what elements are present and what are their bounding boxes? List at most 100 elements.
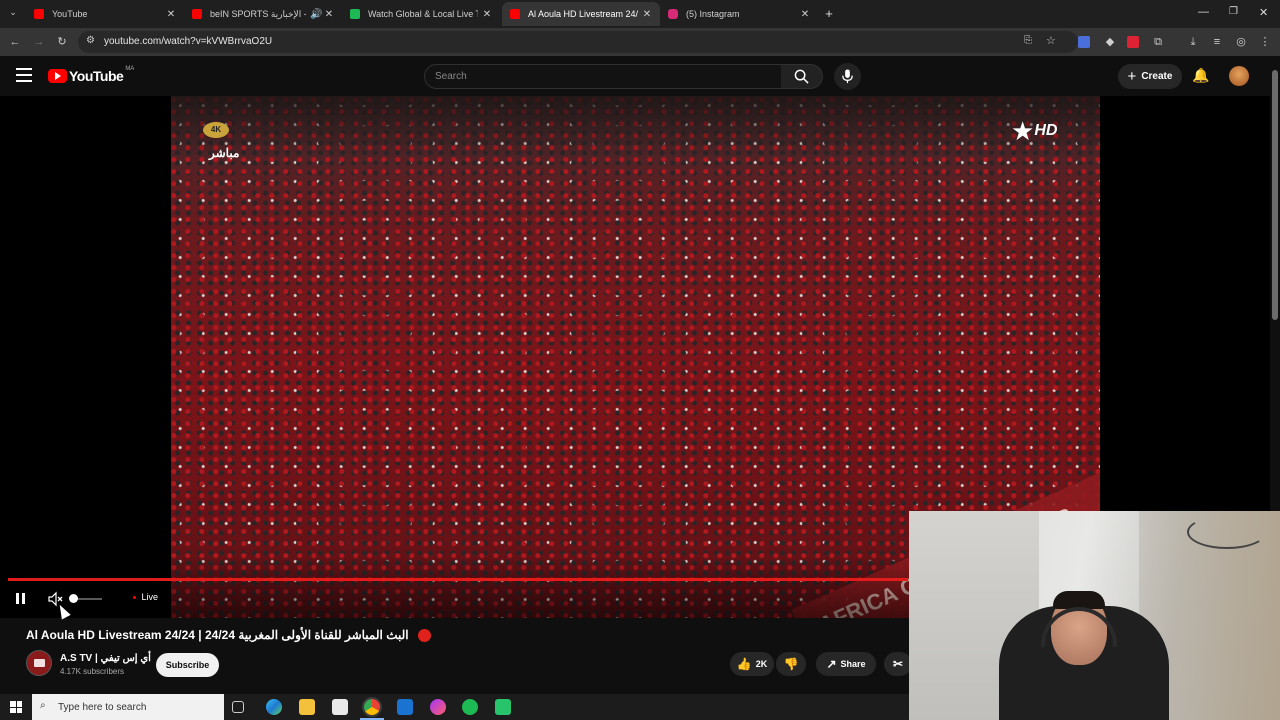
audio-playing-icon[interactable]: 🔊 — [310, 9, 322, 20]
red-circle-icon — [417, 629, 431, 643]
tab-bein-sports[interactable]: beIN SPORTS الإخبارية - You 🔊 ✕ — [184, 2, 342, 26]
clip-button[interactable]: ✂ — [884, 652, 912, 676]
4k-badge: 4K — [203, 122, 229, 138]
4k-badge-text: 4K — [210, 125, 222, 134]
tab-title: (5) Instagram — [686, 9, 740, 19]
windows-start-icon[interactable] — [10, 701, 22, 713]
video-title: Al Aoula HD Livestream 24/24 | 24/24 الب… — [26, 628, 431, 643]
extensions-puzzle-icon[interactable]: ⧉ — [1151, 35, 1165, 49]
bookmark-star-icon[interactable]: ☆ — [1046, 34, 1056, 47]
address-bar[interactable]: ⚙ youtube.com/watch?v=kVWBrrvaO2U ⎘ ☆ — [78, 31, 1078, 53]
scrollbar-thumb[interactable] — [1272, 70, 1278, 320]
subscribe-button[interactable]: Subscribe — [156, 653, 219, 677]
install-app-icon[interactable]: ⎘ — [1024, 35, 1032, 46]
edge-browser-icon[interactable] — [266, 699, 282, 715]
close-tab-icon[interactable]: ✕ — [800, 9, 810, 20]
browser-toolbar: ← → ↻ ⚙ youtube.com/watch?v=kVWBrrvaO2U … — [0, 28, 1280, 56]
live-indicator[interactable]: Live — [133, 592, 158, 602]
browser-menu-icon[interactable]: ⋮ — [1258, 35, 1272, 49]
tab-instagram[interactable]: (5) Instagram ✕ — [660, 2, 818, 26]
search-icon — [794, 69, 809, 84]
subscriber-count: 4.17K subscribers — [60, 667, 125, 676]
webcam-overlay — [909, 511, 1280, 720]
chrome-browser-icon[interactable] — [364, 699, 380, 715]
youtube-favicon-icon — [510, 9, 520, 19]
progress-bar[interactable] — [8, 578, 908, 581]
reload-icon[interactable]: ↻ — [55, 35, 69, 49]
back-arrow-icon[interactable]: ← — [8, 35, 22, 49]
channel-name[interactable]: A.S TV | أي إس تيفي — [60, 653, 151, 664]
file-explorer-icon[interactable] — [299, 699, 315, 715]
youtube-logo[interactable]: YouTube MA — [48, 66, 134, 84]
dislike-button[interactable]: 👎 — [776, 652, 806, 676]
share-button[interactable]: ↗ Share — [816, 652, 876, 676]
search-placeholder: Search — [435, 71, 467, 82]
volume-slider[interactable] — [69, 594, 102, 603]
new-tab-button[interactable]: + — [822, 6, 836, 21]
browser-tab-strip: ⌄ YouTube ✕ beIN SPORTS الإخبارية - You … — [0, 0, 1280, 28]
youtube-favicon-icon — [192, 9, 202, 19]
messenger-icon[interactable] — [430, 699, 446, 715]
pause-button[interactable] — [14, 592, 28, 606]
voice-search-button[interactable] — [834, 63, 861, 90]
tab-watch-live-tv[interactable]: Watch Global & Local Live TV C ✕ — [342, 2, 500, 26]
channel-logo: ★ HD — [1011, 118, 1057, 144]
instagram-favicon-icon — [668, 9, 678, 19]
youtube-favicon-icon — [34, 9, 44, 19]
tab-al-aoula-livestream[interactable]: Al Aoula HD Livestream 24/24 | ✕ — [502, 2, 660, 26]
tab-search-chevron-icon[interactable]: ⌄ — [6, 7, 20, 21]
channel-avatar[interactable] — [26, 650, 52, 676]
live-label: Live — [141, 592, 159, 602]
like-count: 2K — [755, 659, 768, 669]
tab-title: YouTube — [52, 9, 88, 19]
channel-avatar-tv-icon — [34, 659, 45, 667]
tab-title: Al Aoula HD Livestream 24/24 | — [528, 9, 638, 19]
spotify-icon[interactable] — [462, 699, 478, 715]
live-overlay-arabic: مباشر — [209, 146, 240, 160]
microsoft-store-icon[interactable] — [332, 699, 348, 715]
extension-diamond-icon[interactable]: ◆ — [1103, 35, 1117, 49]
search-input[interactable]: Search — [424, 64, 782, 89]
player-bottom-gradient — [0, 556, 909, 618]
tab-title: Watch Global & Local Live TV C — [368, 9, 478, 19]
create-button[interactable]: + Create — [1118, 64, 1182, 89]
top-gradient — [171, 96, 1100, 156]
translate-extension-icon[interactable] — [1078, 36, 1090, 48]
tv-favicon-icon — [350, 9, 360, 19]
windows-taskbar: ⌕ Type here to search — [0, 694, 909, 720]
microphone-icon — [842, 69, 853, 84]
taskbar-search-placeholder: Type here to search — [58, 701, 147, 713]
url-text[interactable]: youtube.com/watch?v=kVWBrrvaO2U — [104, 36, 272, 47]
like-button[interactable]: 👍 2K — [730, 652, 774, 676]
minimize-window-icon[interactable]: — — [1198, 6, 1209, 18]
create-label: Create — [1141, 71, 1173, 82]
webcam-wall-cable — [1187, 515, 1267, 549]
volume-slider-handle[interactable] — [69, 594, 78, 603]
hamburger-menu-icon[interactable] — [16, 68, 32, 82]
extension-red-icon[interactable] — [1127, 36, 1139, 48]
tab-youtube[interactable]: YouTube ✕ — [26, 2, 184, 26]
restore-window-icon[interactable]: ❐ — [1229, 6, 1238, 17]
close-tab-icon[interactable]: ✕ — [324, 9, 334, 20]
close-tab-icon[interactable]: ✕ — [642, 9, 652, 20]
close-tab-icon[interactable]: ✕ — [166, 9, 176, 20]
forward-arrow-icon[interactable]: → — [32, 35, 46, 49]
thumbs-down-icon: 👎 — [783, 657, 799, 671]
plus-icon: + — [1127, 68, 1137, 85]
site-info-icon[interactable]: ⚙ — [86, 35, 95, 46]
media-controls-icon[interactable]: ≡ — [1210, 35, 1224, 49]
search-button[interactable] — [781, 64, 823, 89]
youtube-play-logo-icon — [48, 69, 67, 83]
pause-icon — [16, 593, 19, 604]
task-view-icon[interactable] — [232, 701, 244, 713]
green-app-icon[interactable] — [495, 699, 511, 715]
profile-icon[interactable]: ◎ — [1234, 35, 1248, 49]
share-arrow-icon: ↗ — [826, 657, 837, 671]
outlook-icon[interactable] — [397, 699, 413, 715]
avatar[interactable] — [1229, 66, 1249, 86]
downloads-icon[interactable]: ⤓ — [1186, 35, 1200, 49]
taskbar-search-input[interactable]: ⌕ Type here to search — [32, 694, 224, 720]
notifications-bell-icon[interactable]: 🔔 — [1192, 67, 1209, 84]
close-window-icon[interactable]: ✕ — [1259, 6, 1268, 19]
close-tab-icon[interactable]: ✕ — [482, 9, 492, 20]
